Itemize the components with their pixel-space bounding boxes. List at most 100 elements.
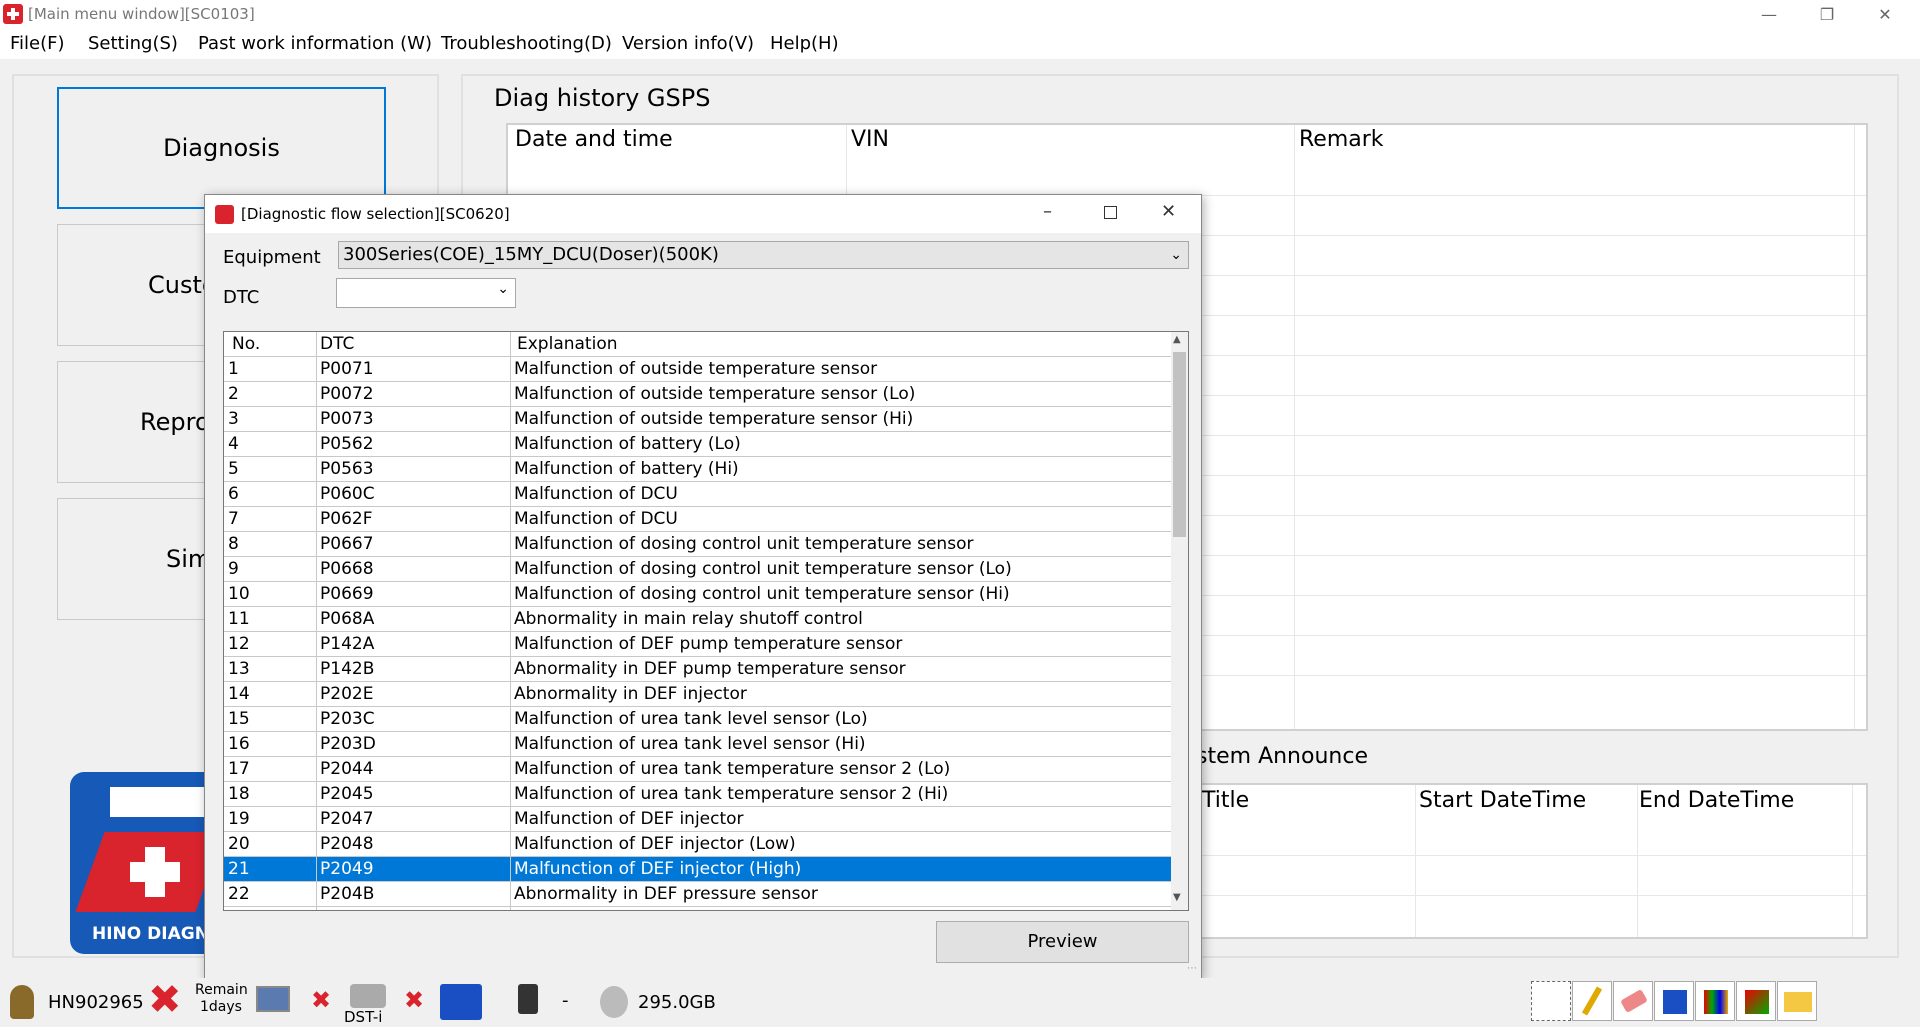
announce-col-title[interactable]: Title — [1202, 788, 1249, 813]
table-row[interactable]: 14 P202E Abnormality in DEF injector — [224, 682, 1171, 707]
folder-icon[interactable] — [1777, 981, 1817, 1021]
table-row[interactable]: 3 P0073 Malfunction of outside temperature… — [224, 407, 1171, 432]
col-dtc[interactable]: DTC — [320, 332, 354, 356]
battery-value: - — [562, 990, 569, 1011]
row-explanation: Malfunction of outside temperature senso… — [514, 409, 914, 429]
user-icon — [10, 985, 34, 1019]
list-header: No. DTC Explanation — [224, 332, 1171, 357]
table-row[interactable]: 7 P062F Malfunction of DCU — [224, 507, 1171, 532]
col-no[interactable]: No. — [232, 332, 260, 356]
menu-version-info[interactable]: Version info(V) — [622, 33, 754, 54]
row-no: 17 — [228, 759, 250, 779]
table-row[interactable]: 18 P2045 Malfunction of urea tank temperat… — [224, 782, 1171, 807]
table-row[interactable]: 4 P0562 Malfunction of battery (Lo) — [224, 432, 1171, 457]
pencil-icon[interactable] — [1572, 981, 1612, 1021]
menu-bar: File(F) Setting(S) Past work information… — [0, 29, 1920, 59]
restore-icon[interactable]: ❐ — [1798, 0, 1856, 29]
equipment-select[interactable]: 300Series(COE)_15MY_DCU(Doser)(500K) ⌄ — [338, 241, 1189, 269]
row-dtc: P203C — [320, 709, 375, 729]
chevron-down-icon: ⌄ — [497, 281, 509, 297]
row-explanation: Malfunction of DEF pump temperature sens… — [514, 634, 903, 654]
row-explanation: Abnormality in main relay shutoff contro… — [514, 609, 863, 629]
table-row[interactable]: 8 P0667 Malfunction of dosing control unit… — [224, 532, 1171, 557]
table-row[interactable]: 6 P060C Malfunction of DCU — [224, 482, 1171, 507]
table-row[interactable]: 9 P0668 Malfunction of dosing control unit… — [224, 557, 1171, 582]
table-row[interactable]: 13 P142B Abnormality in DEF pump temperatu… — [224, 657, 1171, 682]
row-no: 12 — [228, 634, 250, 654]
table-row[interactable]: 2 P0072 Malfunction of outside temperature… — [224, 382, 1171, 407]
scroll-up-icon[interactable]: ▲ — [1173, 334, 1181, 345]
row-no: 21 — [228, 859, 250, 879]
table-row[interactable]: 17 P2044 Malfunction of urea tank temperat… — [224, 757, 1171, 782]
scroll-down-icon[interactable]: ▼ — [1173, 892, 1181, 903]
disk-icon — [600, 986, 628, 1018]
announce-col-end[interactable]: End DateTime — [1639, 788, 1794, 813]
table-row[interactable]: 20 P2048 Malfunction of DEF injector (Low) — [224, 832, 1171, 857]
row-explanation: Malfunction of dosing control unit tempe… — [514, 559, 1012, 579]
preview-button[interactable]: Preview — [936, 921, 1189, 963]
row-dtc: P0073 — [320, 409, 374, 429]
row-dtc: P2045 — [320, 784, 374, 804]
history-title: Diag history GSPS — [494, 84, 711, 112]
menu-troubleshooting[interactable]: Troubleshooting(D) — [441, 33, 612, 54]
table-row[interactable]: 15 P203C Malfunction of urea tank level se… — [224, 707, 1171, 732]
row-dtc: P142A — [320, 634, 375, 654]
table-row[interactable]: 22 P204B Abnormality in DEF pressure senso… — [224, 882, 1171, 907]
row-no: 15 — [228, 709, 250, 729]
col-explanation[interactable]: Explanation — [517, 332, 618, 356]
close-icon[interactable]: ✕ — [1161, 201, 1176, 222]
dst-label: DST-i — [344, 1008, 383, 1026]
minimize-icon[interactable]: — — [1740, 0, 1798, 29]
row-no: 10 — [228, 584, 250, 604]
row-dtc: P0667 — [320, 534, 374, 554]
menu-help[interactable]: Help(H) — [770, 33, 839, 54]
list-scrollbar[interactable]: ▲ ▼ — [1171, 332, 1188, 910]
resize-grip[interactable]: ⋯ — [1187, 963, 1197, 974]
row-no: 5 — [228, 459, 239, 479]
history-col-vin[interactable]: VIN — [851, 127, 889, 152]
battery-icon — [518, 984, 538, 1014]
menu-setting[interactable]: Setting(S) — [88, 33, 178, 54]
table-row[interactable]: 19 P2047 Malfunction of DEF injector — [224, 807, 1171, 832]
row-dtc: P0563 — [320, 459, 374, 479]
row-explanation: Malfunction of battery (Lo) — [514, 434, 741, 454]
row-explanation: Malfunction of dosing control unit tempe… — [514, 534, 974, 554]
row-dtc: P2047 — [320, 809, 374, 829]
equipment-value: 300Series(COE)_15MY_DCU(Doser)(500K) — [343, 244, 719, 265]
close-icon[interactable]: ✕ — [1856, 0, 1914, 29]
hino-logo: HINO DIAGN — [70, 772, 210, 954]
dtc-list: No. DTC Explanation 1 P0071 Malfunction of… — [223, 331, 1189, 911]
grid-tool-icon[interactable] — [1531, 981, 1571, 1021]
minimize-icon[interactable]: – — [1043, 201, 1052, 222]
maximize-icon[interactable] — [1104, 206, 1117, 219]
logo-text: HINO DIAGN — [92, 924, 209, 944]
table-row[interactable]: 5 P0563 Malfunction of battery (Hi) — [224, 457, 1171, 482]
scroll-thumb[interactable] — [1173, 352, 1186, 537]
table-row[interactable]: 1 P0071 Malfunction of outside temperature… — [224, 357, 1171, 382]
remain-label: Remain — [195, 982, 248, 998]
announce-col-start[interactable]: Start DateTime — [1419, 788, 1586, 813]
history-col-date[interactable]: Date and time — [515, 127, 673, 152]
color-pencil-icon[interactable] — [1736, 981, 1776, 1021]
row-explanation: Malfunction of dosing control unit tempe… — [514, 584, 1010, 604]
table-row[interactable]: 21 P2049 Malfunction of DEF injector (High… — [224, 857, 1171, 882]
table-row[interactable]: 16 P203D Malfunction of urea tank level se… — [224, 732, 1171, 757]
row-explanation: Malfunction of outside temperature senso… — [514, 359, 878, 379]
dtc-select[interactable]: ⌄ — [336, 278, 516, 308]
table-row[interactable]: 10 P0669 Malfunction of dosing control uni… — [224, 582, 1171, 607]
menu-past-work[interactable]: Past work information (W) — [198, 33, 432, 54]
eraser-icon[interactable] — [1613, 981, 1653, 1021]
markers-icon[interactable] — [1695, 981, 1735, 1021]
menu-file[interactable]: File(F) — [10, 33, 65, 54]
history-col-remark[interactable]: Remark — [1299, 127, 1384, 152]
row-dtc: P204B — [320, 884, 375, 904]
table-row[interactable]: 11 P068A Abnormality in main relay shutoff… — [224, 607, 1171, 632]
row-dtc: P202E — [320, 684, 374, 704]
table-row[interactable]: 12 P142A Malfunction of DEF pump temperatu… — [224, 632, 1171, 657]
diagnosis-button[interactable]: Diagnosis — [57, 87, 386, 209]
row-explanation: Malfunction of DCU — [514, 509, 678, 529]
row-no: 18 — [228, 784, 250, 804]
row-dtc: P0668 — [320, 559, 374, 579]
save-icon[interactable] — [1654, 981, 1694, 1021]
row-dtc: P0562 — [320, 434, 374, 454]
